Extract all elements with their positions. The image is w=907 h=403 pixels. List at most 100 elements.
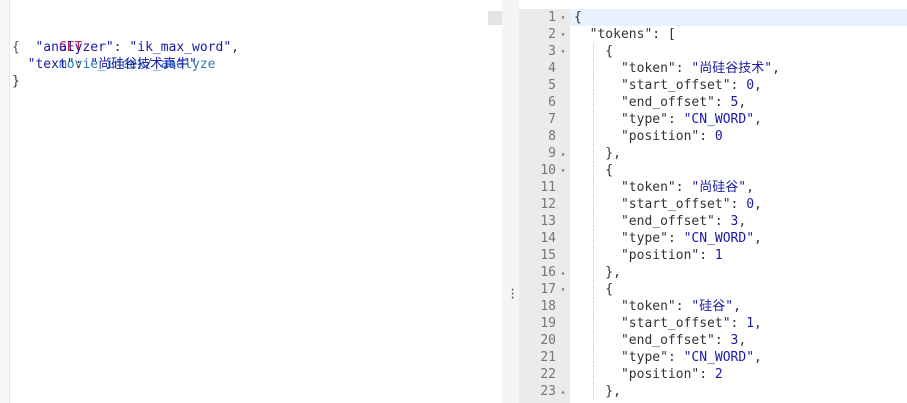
line-number: 15 bbox=[540, 248, 556, 263]
response-code[interactable]: { "tokens": [ { "token": "尚硅谷技术", "start… bbox=[574, 9, 907, 400]
json-key: "token" bbox=[620, 299, 676, 314]
line-number: 2 bbox=[548, 27, 556, 42]
fold-arrow-icon[interactable]: ▾ bbox=[558, 281, 568, 298]
json-key: "start_offset" bbox=[620, 197, 731, 212]
analyzer-key: "analyzer" bbox=[35, 40, 114, 55]
comma: , bbox=[231, 40, 239, 55]
response-line: "tokens": [ bbox=[589, 27, 676, 42]
json-key: "start_offset" bbox=[620, 316, 731, 331]
fold-arrow-icon[interactable]: ▾ bbox=[558, 162, 568, 179]
request-body-line[interactable]: } bbox=[12, 73, 239, 90]
json-key: "start_offset" bbox=[620, 78, 731, 93]
response-line: "position": 1 bbox=[574, 247, 907, 264]
line-number: 14 bbox=[540, 231, 556, 246]
request-code[interactable]: GET movie_index/_analyze { "analyzer": "… bbox=[12, 22, 239, 90]
line-number: 5 bbox=[548, 78, 556, 93]
response-line: "end_offset": 3, bbox=[574, 332, 907, 349]
indent-guide bbox=[592, 332, 594, 349]
unfold-arrow-icon[interactable]: ▴ bbox=[558, 383, 568, 400]
indent-guide bbox=[592, 213, 594, 230]
json-number: 0 bbox=[746, 197, 755, 212]
response-line: "type": "CN_WORD", bbox=[574, 349, 907, 366]
request-line[interactable]: GET movie_index/_analyze bbox=[12, 22, 239, 72]
drag-handle-icon[interactable]: · · · bbox=[509, 284, 516, 304]
indent-guide bbox=[592, 247, 594, 264]
line-number: 20 bbox=[540, 333, 556, 348]
json-number: 0 bbox=[714, 129, 723, 144]
response-line: "start_offset": 1, bbox=[574, 315, 907, 332]
json-string: "CN_WORD" bbox=[683, 112, 755, 127]
line-number: 13 bbox=[540, 214, 556, 229]
response-line: { bbox=[574, 43, 614, 60]
line-number: 3 bbox=[548, 44, 556, 59]
json-number: 3 bbox=[730, 333, 739, 348]
json-number: 5 bbox=[730, 95, 739, 110]
json-number: 3 bbox=[730, 214, 739, 229]
response-line: "position": 2 bbox=[574, 366, 907, 383]
response-line: }, bbox=[574, 145, 621, 162]
indent-guide bbox=[592, 196, 594, 213]
json-key: "end_offset" bbox=[620, 95, 715, 110]
line-number: 10 bbox=[540, 163, 556, 178]
unfold-arrow-icon[interactable]: ▴ bbox=[558, 264, 568, 281]
indent-guide bbox=[592, 281, 594, 298]
fold-arrow-icon[interactable]: ▾ bbox=[558, 26, 568, 43]
json-key: "token" bbox=[620, 180, 676, 195]
json-number: 2 bbox=[714, 367, 723, 382]
indent-guide bbox=[592, 145, 594, 162]
response-line: "token": "硅谷", bbox=[574, 298, 907, 315]
indent-guide bbox=[592, 60, 594, 77]
response-line: }, bbox=[574, 383, 621, 400]
response-line: "token": "尚硅谷技术", bbox=[574, 60, 907, 77]
response-line: "end_offset": 3, bbox=[574, 213, 907, 230]
indent-guide bbox=[592, 77, 594, 94]
line-number: 12 bbox=[540, 197, 556, 212]
line-number: 9 bbox=[548, 146, 556, 161]
fold-arrow-icon[interactable]: ▾ bbox=[558, 9, 568, 26]
response-line: "type": "CN_WORD", bbox=[574, 111, 907, 128]
line-number: 16 bbox=[540, 265, 556, 280]
indent-guide bbox=[592, 298, 594, 315]
fold-arrow-icon[interactable]: ▾ bbox=[558, 43, 568, 60]
request-scrollbar[interactable] bbox=[488, 11, 502, 403]
indent-guide bbox=[592, 162, 594, 179]
response-line: "token": "尚硅谷", bbox=[574, 179, 907, 196]
json-string: "尚硅谷" bbox=[691, 180, 747, 195]
text-value: "尚硅谷技术真牛" bbox=[90, 57, 197, 72]
analyzer-value: "ik_max_word" bbox=[129, 40, 232, 55]
response-line: "end_offset": 5, bbox=[574, 94, 907, 111]
line-number: 8 bbox=[548, 129, 556, 144]
unfold-arrow-icon[interactable]: ▴ bbox=[558, 145, 568, 162]
json-number: 0 bbox=[746, 78, 755, 93]
line-number: 18 bbox=[540, 299, 556, 314]
indent-guide bbox=[592, 349, 594, 366]
line-number: 4 bbox=[548, 61, 556, 76]
indent-guide bbox=[592, 43, 594, 60]
scrollbar-thumb[interactable] bbox=[488, 11, 502, 25]
indent-guide bbox=[592, 128, 594, 145]
json-string: "尚硅谷技术" bbox=[691, 61, 773, 76]
request-body-line[interactable]: { "analyzer": "ik_max_word", bbox=[12, 39, 239, 56]
request-editor[interactable]: GET movie_index/_analyze { "analyzer": "… bbox=[0, 0, 488, 403]
json-key: "type" bbox=[620, 350, 668, 365]
open-brace: { bbox=[12, 40, 20, 55]
indent-guide bbox=[592, 111, 594, 128]
json-string: "硅谷" bbox=[691, 299, 734, 314]
json-string: "CN_WORD" bbox=[683, 231, 755, 246]
indent-guide bbox=[592, 366, 594, 383]
response-line: }, bbox=[574, 264, 621, 281]
response-line: "position": 0 bbox=[574, 128, 907, 145]
response-line: { bbox=[574, 162, 614, 179]
response-gutter: 1 ▾ 2 ▾ 3 ▾ 4 5 6 7 8 9 ▴ 10 ▾ 11 12 13 14 15 16 ▴ 17 ▾ 18 19 20 21… bbox=[519, 9, 570, 403]
indent-guide bbox=[592, 230, 594, 247]
json-key: "position" bbox=[620, 367, 700, 382]
json-key: "position" bbox=[620, 129, 700, 144]
request-editor-gutter bbox=[0, 0, 10, 403]
pane-splitter[interactable]: · · · bbox=[502, 0, 519, 403]
json-key: "type" bbox=[620, 112, 668, 127]
json-key: "type" bbox=[620, 231, 668, 246]
indent-guide bbox=[592, 179, 594, 196]
json-key: "end_offset" bbox=[620, 333, 715, 348]
close-brace: } bbox=[12, 74, 20, 89]
indent-guide bbox=[592, 264, 594, 281]
